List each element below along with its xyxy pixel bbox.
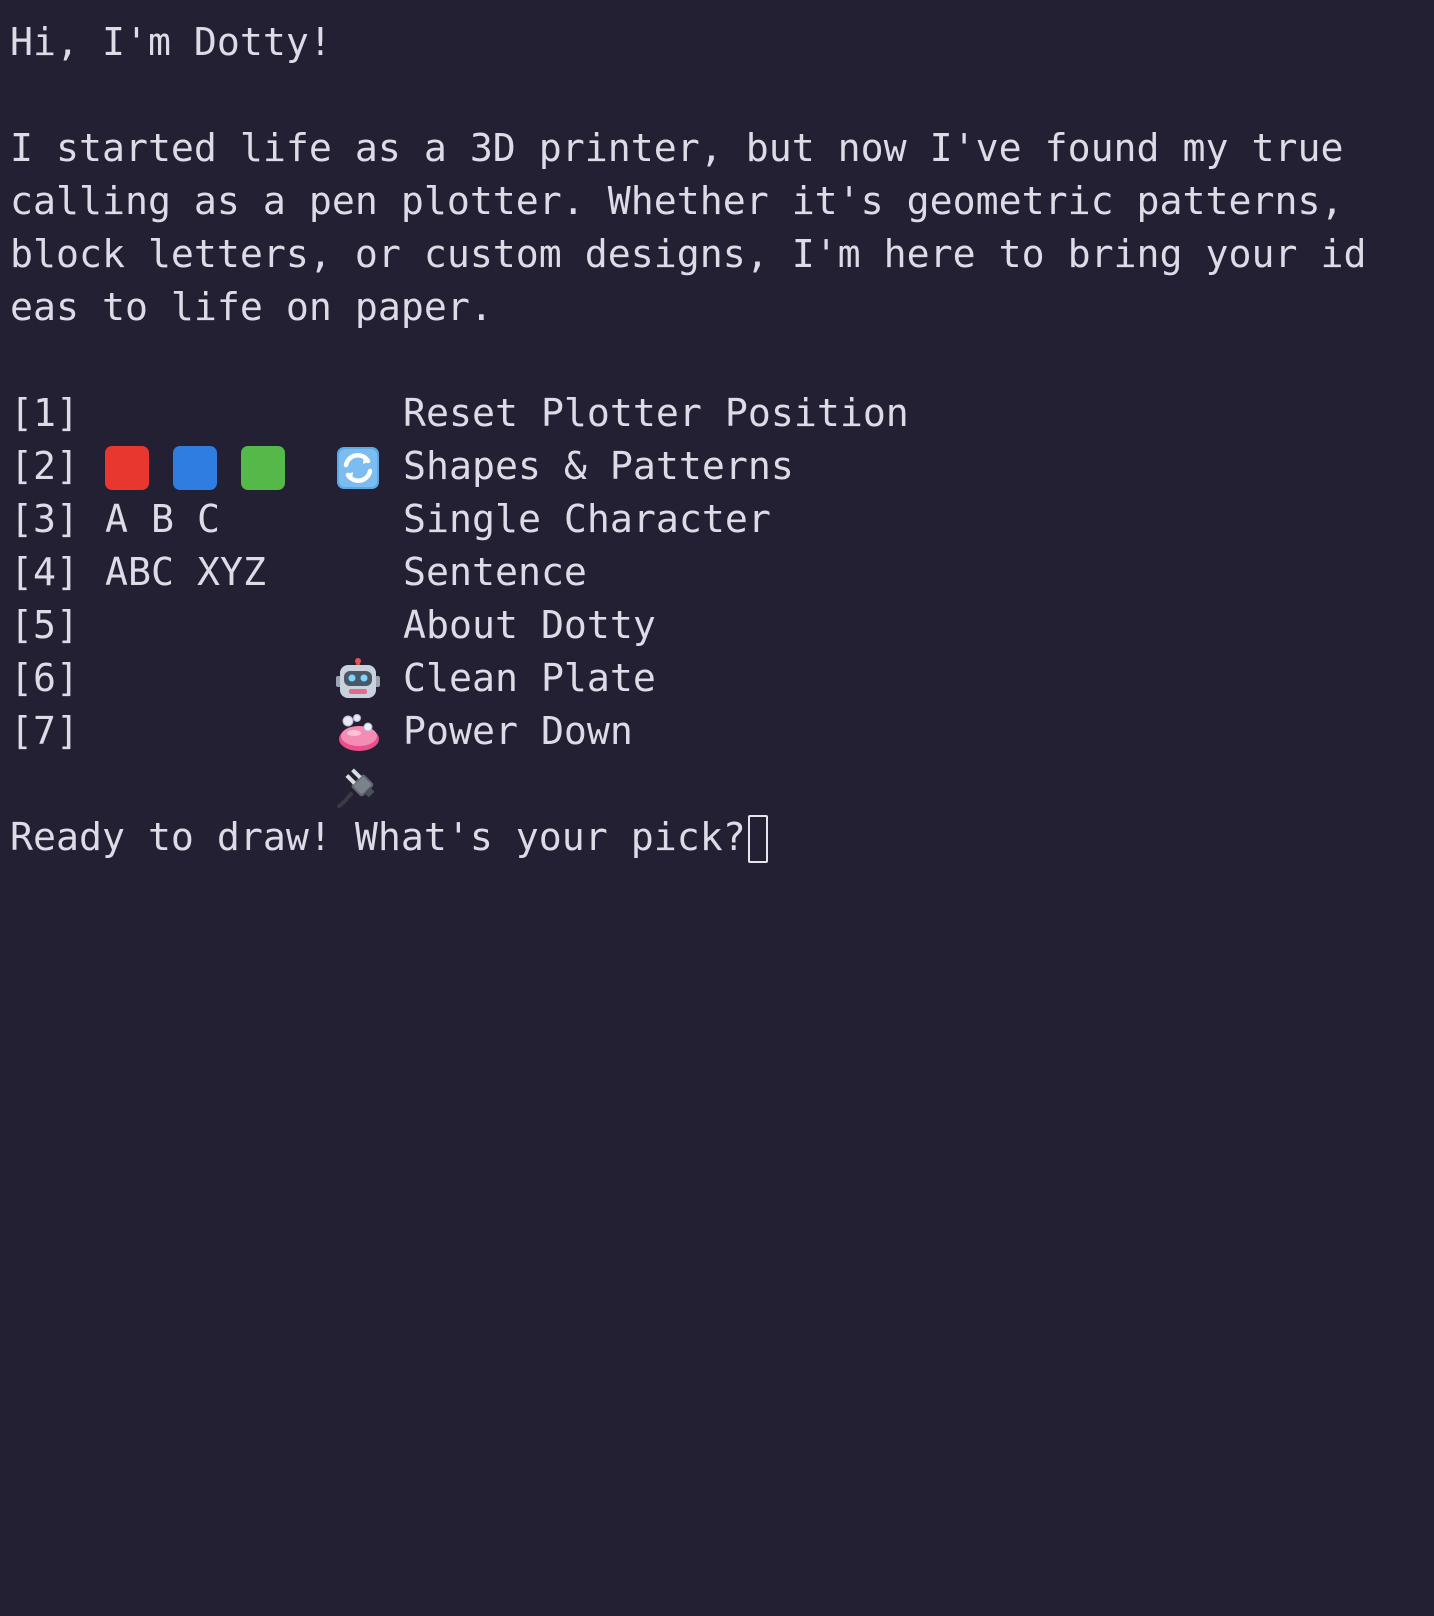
menu-key: [4] — [10, 551, 79, 595]
menu-label: Power Down — [403, 710, 633, 754]
main-menu: [1] Reset Plotter Position [2] Shapes & … — [10, 388, 1430, 808]
menu-label: Single Character — [403, 498, 771, 542]
intro-line: calling as a pen plotter. Whether it's g… — [10, 180, 1344, 224]
greeting-text: Hi, I'm Dotty! — [10, 21, 332, 65]
menu-icon-text: ABC XYZ — [105, 551, 266, 595]
text-cursor[interactable] — [747, 814, 768, 863]
intro-line: eas to life on paper. — [10, 286, 493, 330]
menu-key: [1] — [10, 392, 79, 436]
menu-key: [3] — [10, 498, 79, 542]
menu-key: [7] — [10, 710, 79, 754]
terminal-output: Hi, I'm Dotty! I started life as a 3D pr… — [10, 17, 1430, 865]
menu-item-about-dotty[interactable]: [5] About Dotty — [10, 600, 1430, 698]
menu-label: Shapes & Patterns — [403, 445, 794, 489]
menu-item-reset-position[interactable]: [1] Reset Plotter Position — [10, 388, 1430, 489]
reset-arrows-icon — [105, 393, 379, 489]
soap-icon — [105, 658, 379, 751]
menu-item-sentence[interactable]: [4] ABC XYZ Sentence — [10, 547, 1430, 600]
menu-label: Sentence — [403, 551, 587, 595]
robot-icon — [105, 605, 380, 698]
menu-key: [2] — [10, 445, 79, 489]
menu-key: [6] — [10, 657, 79, 701]
menu-key: [5] — [10, 604, 79, 648]
intro-line: block letters, or custom designs, I'm he… — [10, 233, 1367, 277]
menu-label: Reset Plotter Position — [403, 392, 909, 436]
plug-icon — [105, 711, 375, 808]
menu-label: Clean Plate — [403, 657, 656, 701]
intro-line: I started life as a 3D printer, but now … — [10, 127, 1344, 171]
menu-label: About Dotty — [403, 604, 656, 648]
